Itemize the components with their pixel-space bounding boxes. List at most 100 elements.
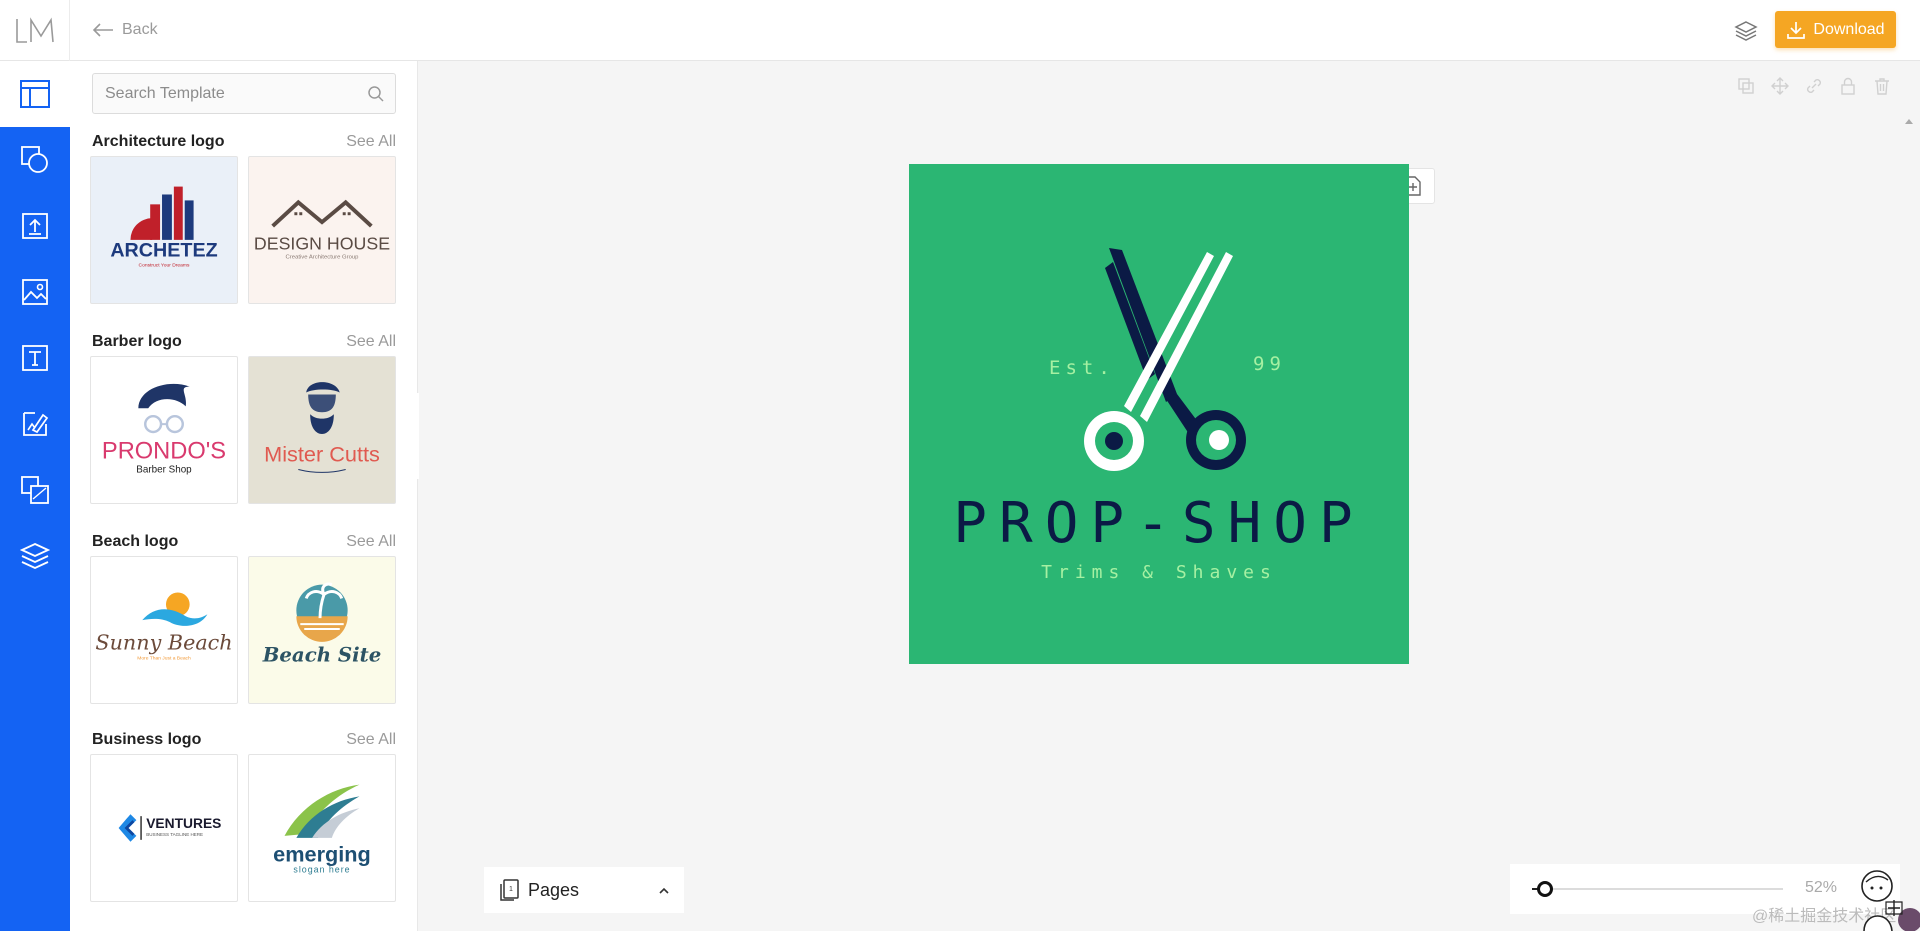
layers-icon <box>20 543 50 569</box>
upload-icon <box>22 213 48 239</box>
zoom-slider-handle[interactable] <box>1536 881 1553 897</box>
archetez-tagline: Construct Your Dreams <box>139 263 190 269</box>
rail-item-elements[interactable] <box>0 457 70 523</box>
see-all-link[interactable]: See All <box>346 731 396 749</box>
design-house-tagline: Creative Architecture Group <box>286 255 360 261</box>
back-label: Back <box>122 21 158 38</box>
ventures-logo: VENTURES BUSINESS TAGLINE HERE <box>118 814 221 842</box>
elements-icon <box>21 476 49 504</box>
chevron-up-icon <box>659 887 669 894</box>
beach-site-wordmark: Beach Site <box>262 643 382 667</box>
download-button[interactable]: Download <box>1775 11 1896 48</box>
download-icon <box>1787 21 1806 39</box>
layers-button[interactable] <box>1732 17 1760 45</box>
caret-up-icon <box>1905 119 1913 124</box>
back-button[interactable]: Back <box>92 18 158 42</box>
search-box <box>92 73 396 114</box>
move-icon <box>1771 77 1789 95</box>
mascot-icon <box>1861 870 1920 931</box>
arrow-left-icon <box>92 23 113 37</box>
est-left-text: Est. <box>1049 357 1115 379</box>
download-label: Download <box>1813 20 1885 38</box>
rail-item-shapes[interactable] <box>0 127 70 193</box>
shapes-icon <box>21 146 48 173</box>
app-logo[interactable] <box>0 0 70 61</box>
category-beach: Beach logo See All Sunny Beach More Than… <box>90 532 396 704</box>
rail-item-background[interactable] <box>0 391 70 457</box>
prondos-wordmark: PRONDO'S <box>102 439 226 465</box>
background-icon <box>23 412 49 436</box>
pages-label: Pages <box>528 879 580 900</box>
rail-item-layers[interactable] <box>0 523 70 589</box>
rail-item-upload[interactable] <box>0 193 70 259</box>
image-icon <box>22 279 48 305</box>
category-title: Business logo <box>92 731 202 748</box>
prondos-logo: PRONDO'S Barber Shop <box>102 383 226 475</box>
design-artboard[interactable]: Est. 99 PROP-SHOP Trims & Shaves <box>909 164 1409 664</box>
see-all-link[interactable]: See All <box>346 133 396 151</box>
element-toolbar <box>1737 77 1891 95</box>
sunny-beach-wordmark: Sunny Beach <box>95 631 232 655</box>
duplicate-tool[interactable] <box>1737 77 1755 95</box>
rail-item-templates[interactable] <box>0 61 70 127</box>
tagline-text: Trims & Shaves <box>1041 562 1277 583</box>
template-icon <box>20 80 50 108</box>
prondos-tagline: Barber Shop <box>136 464 192 475</box>
template-thumb-prondos[interactable]: PRONDO'S Barber Shop <box>90 356 238 504</box>
move-tool[interactable] <box>1771 77 1789 95</box>
ventures-wordmark: VENTURES <box>146 815 221 831</box>
top-bar: Back Download <box>0 0 1920 61</box>
app-logo-icon <box>15 16 54 43</box>
template-thumb-design-house[interactable]: DESIGN HOUSE Creative Architecture Group <box>248 156 396 304</box>
tool-rail <box>0 61 70 931</box>
template-thumb-emerging[interactable]: emerging slogan here <box>248 754 396 902</box>
layers-icon <box>1734 21 1758 41</box>
scroll-up-arrow[interactable] <box>1904 112 1914 124</box>
pages-icon: 1 <box>500 879 519 901</box>
template-thumb-mister-cutts[interactable]: Mister Cutts <box>248 356 396 504</box>
zoom-slider-track[interactable] <box>1532 888 1783 890</box>
template-panel: Architecture logo See All ARCHETEZ Const… <box>70 61 418 931</box>
sunny-beach-tagline: More Than Just a Beach <box>137 656 191 662</box>
rail-item-images[interactable] <box>0 259 70 325</box>
archetez-logo: ARCHETEZ Construct Your Dreams <box>110 186 218 269</box>
category-title: Architecture logo <box>92 133 225 150</box>
link-tool[interactable] <box>1805 77 1823 95</box>
template-thumb-sunny-beach[interactable]: Sunny Beach More Than Just a Beach <box>90 556 238 704</box>
template-thumb-archetez[interactable]: ARCHETEZ Construct Your Dreams <box>90 156 238 304</box>
sunny-beach-logo: Sunny Beach More Than Just a Beach <box>95 592 233 662</box>
beach-site-logo: Beach Site <box>262 582 382 667</box>
design-house-wordmark: DESIGN HOUSE <box>254 234 390 254</box>
category-business: Business logo See All VENTURES BUSINESS … <box>90 730 396 902</box>
ventures-tagline: BUSINESS TAGLINE HERE <box>146 832 203 837</box>
search-input[interactable] <box>105 84 367 103</box>
category-title: Barber logo <box>92 333 182 350</box>
brand-name-text: PROP-SHOP <box>953 491 1364 556</box>
mister-cutts-logo: Mister Cutts <box>264 382 380 473</box>
prop-shop-design: Est. 99 PROP-SHOP Trims & Shaves <box>909 164 1409 664</box>
svg-text:1: 1 <box>509 886 513 893</box>
template-thumb-ventures[interactable]: VENTURES BUSINESS TAGLINE HERE <box>90 754 238 902</box>
archetez-wordmark: ARCHETEZ <box>110 240 217 262</box>
delete-tool[interactable] <box>1873 77 1891 95</box>
emerging-logo: emerging slogan here <box>273 784 371 874</box>
link-icon <box>1807 79 1821 93</box>
category-title: Beach logo <box>92 533 179 550</box>
emerging-wordmark: emerging <box>273 842 371 867</box>
zoom-value: 52% <box>1805 879 1838 896</box>
category-architecture: Architecture logo See All ARCHETEZ Const… <box>90 132 396 304</box>
category-barber: Barber logo See All PRONDO'S Barber Shop <box>90 332 396 504</box>
emerging-tagline: slogan here <box>293 864 350 874</box>
lock-icon <box>1841 77 1855 95</box>
lock-tool[interactable] <box>1839 77 1857 95</box>
rail-item-text[interactable] <box>0 325 70 391</box>
search-icon[interactable] <box>367 85 385 103</box>
see-all-link[interactable]: See All <box>346 533 396 551</box>
copy-icon <box>1738 78 1754 94</box>
template-thumb-beach-site[interactable]: Beach Site <box>248 556 396 704</box>
mascot-avatar <box>1850 862 1920 931</box>
pages-dropdown[interactable]: 1 Pages <box>484 867 684 913</box>
see-all-link[interactable]: See All <box>346 333 396 351</box>
trash-icon <box>1875 78 1889 95</box>
artboard-background <box>909 164 1409 664</box>
